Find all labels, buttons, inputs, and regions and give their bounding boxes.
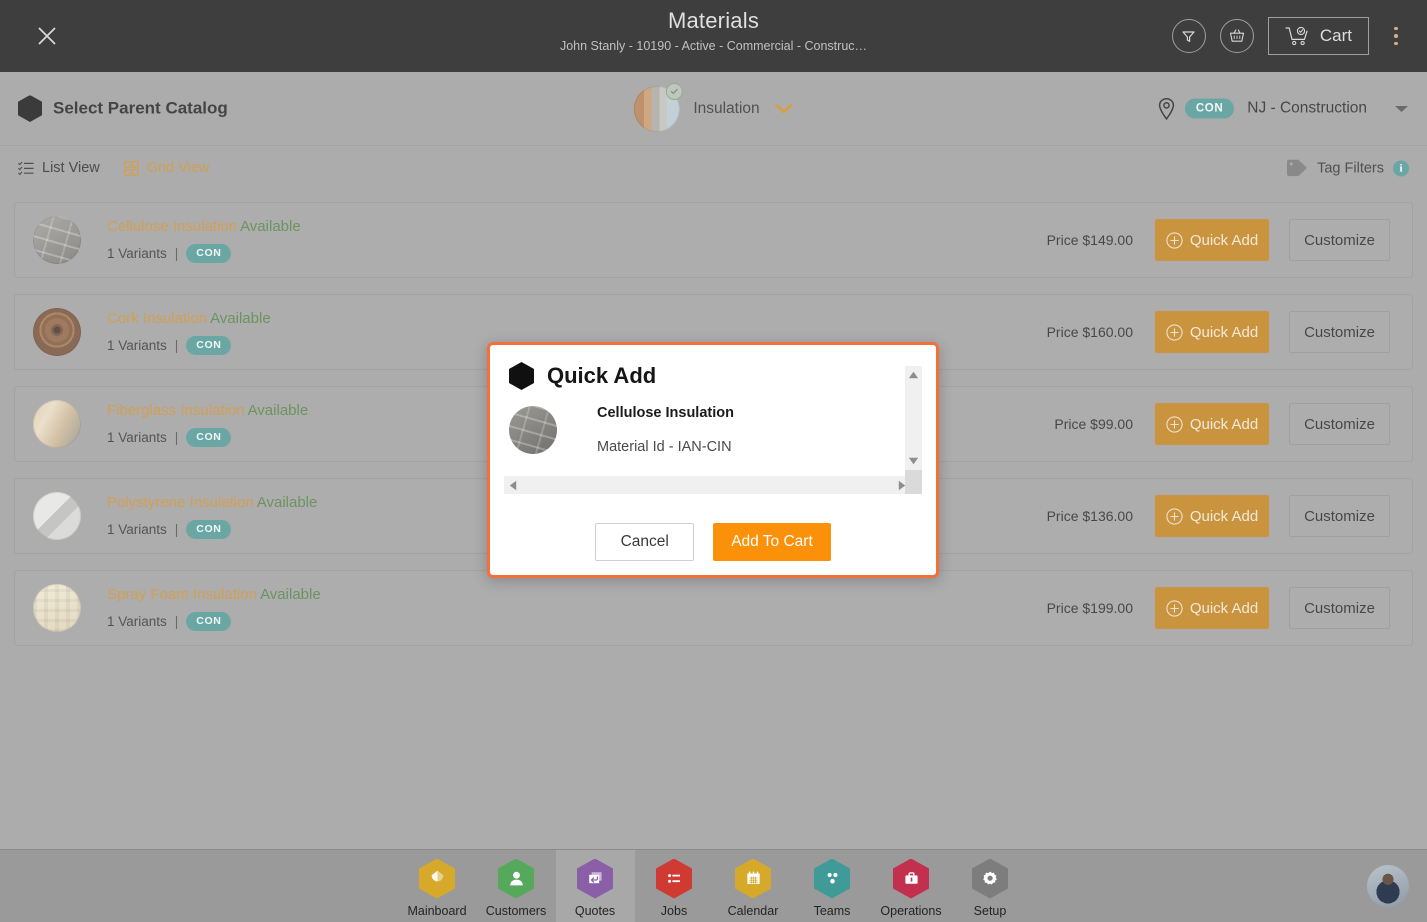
nav-item-setup[interactable]: Setup <box>951 850 1030 922</box>
bottom-nav-items: Mainboard Customers Quotes Jobs Calendar… <box>398 850 1030 922</box>
avatar[interactable] <box>1367 865 1409 907</box>
dialog-item-name: Cellulose Insulation <box>597 405 734 421</box>
nav-label: Calendar <box>727 903 779 918</box>
nav-item-quotes[interactable]: Quotes <box>555 850 635 922</box>
nav-item-customers[interactable]: Customers <box>477 850 556 922</box>
app-root: Materials John Stanly - 10190 - Active -… <box>0 0 1427 922</box>
nav-label: Quotes <box>574 903 616 918</box>
nav-label: Mainboard <box>407 903 467 918</box>
dialog-item-thumbnail <box>509 406 557 454</box>
nav-item-calendar[interactable]: Calendar <box>714 850 793 922</box>
calendar-icon <box>735 858 771 899</box>
setup-icon <box>972 858 1008 899</box>
dialog-item-id: Material Id - IAN-CIN <box>597 439 732 455</box>
quick-add-dialog: Quick Add Cellulose Insulation Material … <box>487 342 939 578</box>
dialog-body: Cellulose Insulation Material Id - IAN-C… <box>509 403 906 469</box>
nav-label: Teams <box>813 903 851 918</box>
nav-label: Jobs <box>660 903 688 918</box>
hexagon-icon <box>509 362 534 390</box>
scroll-up-arrow-icon[interactable] <box>908 371 919 379</box>
cancel-button[interactable]: Cancel <box>595 523 695 561</box>
bottom-navigation: Mainboard Customers Quotes Jobs Calendar… <box>0 849 1427 922</box>
nav-item-mainboard[interactable]: Mainboard <box>398 850 477 922</box>
scroll-left-arrow-icon[interactable] <box>509 480 517 491</box>
teams-icon <box>814 858 850 899</box>
nav-label: Operations <box>880 903 942 918</box>
vertical-scrollbar[interactable] <box>905 366 922 470</box>
nav-label: Setup <box>973 903 1007 918</box>
dialog-header: Quick Add <box>490 345 936 390</box>
dialog-item-details: Cellulose Insulation Material Id - IAN-C… <box>597 403 734 457</box>
nav-item-operations[interactable]: Operations <box>872 850 951 922</box>
horizontal-scrollbar[interactable] <box>504 476 911 494</box>
jobs-icon <box>656 858 692 899</box>
quotes-icon <box>577 858 613 899</box>
operations-icon <box>893 858 929 899</box>
mainboard-icon <box>419 858 455 899</box>
dialog-title: Quick Add <box>547 363 657 388</box>
dialog-actions: Cancel Add To Cart <box>490 523 936 561</box>
scroll-down-arrow-icon[interactable] <box>908 457 919 465</box>
nav-label: Customers <box>485 903 547 918</box>
nav-item-jobs[interactable]: Jobs <box>635 850 714 922</box>
scrollbar-corner <box>905 470 922 494</box>
nav-item-teams[interactable]: Teams <box>793 850 872 922</box>
add-to-cart-button[interactable]: Add To Cart <box>713 523 831 561</box>
customers-icon <box>498 858 534 899</box>
